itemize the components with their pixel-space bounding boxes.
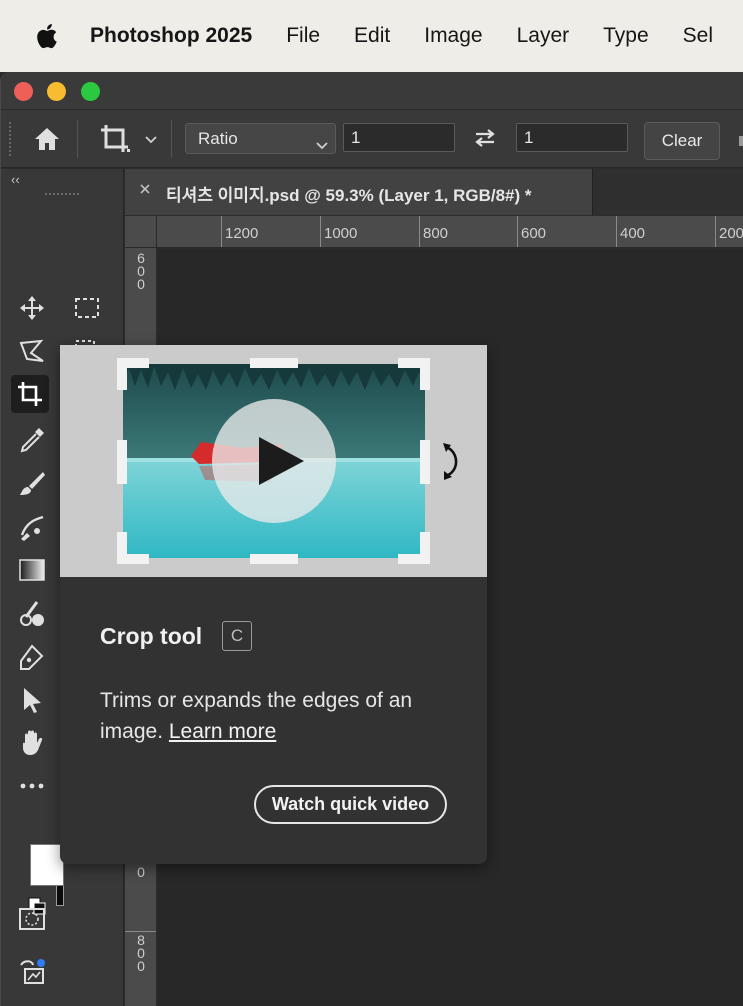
hand-tool-icon[interactable] <box>13 723 51 761</box>
ruler-tick <box>419 216 420 247</box>
tooltip-title: Crop tool <box>100 623 203 649</box>
ruler-origin[interactable] <box>125 216 157 248</box>
options-bar-grip[interactable] <box>9 122 12 156</box>
watch-quick-video-button[interactable]: Watch quick video <box>254 785 447 824</box>
shortcut-key-badge: C <box>222 621 252 651</box>
lasso-tool-icon[interactable] <box>13 333 51 371</box>
menu-edit[interactable]: Edit <box>354 24 390 48</box>
tooltip-description: Trims or expands the edges of an image. … <box>100 685 450 747</box>
collapse-panel-button[interactable]: ‹‹ <box>11 172 20 187</box>
marquee-tool-icon[interactable] <box>68 289 106 327</box>
home-icon[interactable] <box>31 124 63 154</box>
zoom-window-button[interactable] <box>81 82 100 101</box>
menu-image[interactable]: Image <box>424 24 482 48</box>
play-button[interactable] <box>212 399 336 523</box>
crop-handle <box>117 440 127 484</box>
crop-handle <box>250 554 298 564</box>
ratio-select-label: Ratio <box>198 129 238 148</box>
ruler-label: 800 <box>423 225 449 242</box>
crop-handle <box>420 358 430 390</box>
crop-handle <box>420 532 430 564</box>
ratio-width-input[interactable]: 1 <box>343 123 455 152</box>
ruler-tick <box>517 216 518 247</box>
ratio-select[interactable]: Ratio <box>185 123 336 154</box>
crop-tool-icon[interactable] <box>11 375 49 413</box>
options-separator <box>77 120 78 158</box>
ruler-label: 600 <box>521 225 547 242</box>
close-icon[interactable] <box>138 182 152 196</box>
ruler-label: 400 <box>620 225 646 242</box>
menu-layer[interactable]: Layer <box>517 24 570 48</box>
crop-handle <box>250 358 298 368</box>
crop-handle <box>420 440 430 484</box>
swap-arrows-icon[interactable] <box>472 125 498 151</box>
apple-icon[interactable] <box>34 22 58 50</box>
ruler-tick <box>221 216 222 247</box>
menu-app-name[interactable]: Photoshop 2025 <box>90 24 252 48</box>
ruler-label: 0 <box>137 958 145 974</box>
screen-mode-icon[interactable] <box>13 953 51 991</box>
chevron-down-icon[interactable] <box>144 132 158 146</box>
menu-file[interactable]: File <box>286 24 320 48</box>
ratio-height-input[interactable]: 1 <box>516 123 628 152</box>
horizontal-ruler[interactable]: 1200 1000 800 600 400 200 <box>125 216 743 248</box>
background-color-swatch[interactable] <box>56 884 64 906</box>
crop-handle <box>117 532 127 564</box>
ruler-tick <box>616 216 617 247</box>
menu-select[interactable]: Sel <box>683 24 713 48</box>
ruler-label: 1200 <box>225 225 259 242</box>
move-tool-icon[interactable] <box>13 289 51 327</box>
ruler-tick <box>320 216 321 247</box>
gradient-tool-icon[interactable] <box>13 551 51 589</box>
macos-menu-bar: Photoshop 2025 File Edit Image Layer Typ… <box>0 0 743 72</box>
ruler-label: 200 <box>719 225 743 242</box>
healing-brush-tool-icon[interactable] <box>13 509 51 547</box>
crop-tool-preset-icon[interactable] <box>97 121 133 157</box>
document-tab-strip: 티셔츠 이미지.psd @ 59.3% (Layer 1, RGB/8#) * <box>125 169 743 215</box>
eraser-tool-icon[interactable] <box>13 595 51 633</box>
crop-tool-tooltip: Crop tool C Trims or expands the edges o… <box>60 345 487 864</box>
tooltip-video-preview[interactable] <box>60 345 487 577</box>
close-window-button[interactable] <box>14 82 33 101</box>
options-bar: Ratio 1 1 Clear <box>1 110 743 168</box>
foreground-color-swatch[interactable] <box>30 844 64 886</box>
options-overflow-icon[interactable] <box>739 136 743 146</box>
crop-handle <box>117 358 127 390</box>
chevron-down-icon <box>315 132 329 150</box>
pen-tool-icon[interactable] <box>13 639 51 677</box>
options-separator <box>171 120 172 158</box>
more-tools-icon[interactable] <box>13 767 51 805</box>
ruler-label: 1000 <box>324 225 358 242</box>
ruler-tick <box>715 216 716 247</box>
ruler-label: 0 <box>137 864 145 880</box>
quick-mask-icon[interactable] <box>13 900 51 938</box>
brush-tool-icon[interactable] <box>13 465 51 503</box>
document-tab[interactable]: 티셔츠 이미지.psd @ 59.3% (Layer 1, RGB/8#) * <box>125 169 593 215</box>
ruler-label: 0 <box>137 276 145 292</box>
path-selection-tool-icon[interactable] <box>13 681 51 719</box>
minimize-window-button[interactable] <box>47 82 66 101</box>
eyedropper-tool-icon[interactable] <box>13 421 51 459</box>
clear-button[interactable]: Clear <box>644 122 720 160</box>
learn-more-link[interactable]: Learn more <box>169 720 276 743</box>
document-tab-title: 티셔츠 이미지.psd @ 59.3% (Layer 1, RGB/8#) * <box>166 186 532 205</box>
window-title-bar <box>1 72 743 110</box>
menu-type[interactable]: Type <box>603 24 649 48</box>
rotate-cursor-icon <box>440 441 464 481</box>
panel-grip[interactable] <box>45 193 79 197</box>
